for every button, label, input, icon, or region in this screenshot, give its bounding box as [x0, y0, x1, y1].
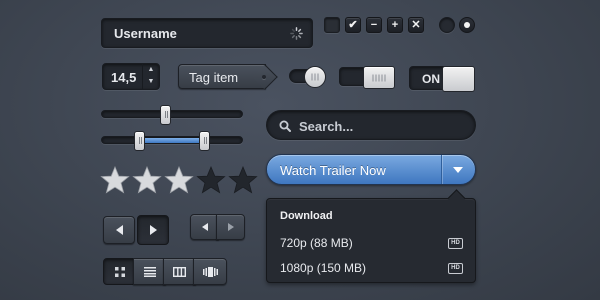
star-filled-icon[interactable]	[100, 166, 130, 194]
round-toggle[interactable]	[289, 66, 326, 88]
star-empty-icon[interactable]	[196, 166, 226, 194]
search-field[interactable]: Search...	[266, 110, 476, 140]
range-thumb-min[interactable]	[134, 131, 145, 151]
stepper-up-icon[interactable]: ▲	[143, 64, 159, 76]
minus-icon: −	[370, 18, 378, 31]
tag-hole-icon	[262, 75, 266, 79]
stepper-value: 14,5	[111, 70, 137, 85]
star-empty-icon[interactable]	[228, 166, 258, 194]
dropdown-header: Download	[280, 210, 333, 222]
plus-icon: +	[391, 18, 399, 31]
toggle-knob[interactable]	[363, 66, 395, 89]
tag-label: Tag item	[189, 70, 239, 85]
next-button-small[interactable]	[216, 214, 245, 240]
radio-unselected[interactable]	[439, 17, 455, 33]
view-switcher	[103, 258, 227, 285]
check-icon: ✔	[348, 18, 358, 31]
grid-view-button[interactable]	[103, 258, 136, 285]
slider-thumb[interactable]	[160, 105, 171, 125]
toggle-knob[interactable]	[304, 66, 326, 88]
coverflow-icon	[202, 266, 218, 277]
arrow-left-icon	[115, 225, 123, 235]
quantity-stepper[interactable]: 14,5 ▲ ▼	[102, 63, 160, 90]
cross-icon: ✕	[411, 18, 421, 31]
on-off-toggle[interactable]: ON	[409, 66, 475, 92]
cover-flow-button[interactable]	[193, 258, 227, 285]
hd-badge: HD	[448, 238, 463, 249]
arrow-right-icon	[227, 223, 234, 231]
star-filled-icon[interactable]	[164, 166, 194, 194]
rect-toggle[interactable]	[339, 66, 395, 89]
watch-trailer-label: Watch Trailer Now	[280, 163, 386, 178]
range-slider[interactable]	[101, 131, 243, 151]
hd-badge: HD	[448, 263, 463, 274]
checkbox-minus[interactable]: −	[366, 17, 382, 33]
tag-item[interactable]: Tag item	[178, 64, 278, 90]
range-thumb-max[interactable]	[199, 131, 210, 151]
single-slider[interactable]	[101, 105, 243, 125]
loading-spinner-icon	[290, 27, 303, 40]
username-field[interactable]: Username	[101, 18, 313, 48]
list-icon	[143, 266, 156, 277]
radio-selected[interactable]	[459, 17, 475, 33]
checkbox-empty[interactable]	[324, 17, 340, 33]
list-view-button[interactable]	[133, 258, 166, 285]
radio-dot-icon	[464, 22, 470, 28]
dropdown-item-720p[interactable]: 720p (88 MB)	[280, 236, 353, 250]
checkbox-plus[interactable]: +	[387, 17, 403, 33]
search-icon	[279, 120, 291, 132]
next-button[interactable]	[137, 215, 169, 245]
range-fill	[138, 138, 203, 143]
prev-button[interactable]	[103, 216, 135, 244]
column-view-button[interactable]	[163, 258, 196, 285]
star-filled-icon[interactable]	[132, 166, 162, 194]
checkbox-checked[interactable]: ✔	[345, 17, 361, 33]
username-value: Username	[114, 26, 177, 41]
watch-trailer-button[interactable]: Watch Trailer Now	[266, 154, 476, 185]
toggle-knob[interactable]	[442, 66, 475, 92]
grid-icon	[114, 266, 125, 277]
toggle-on-label: ON	[422, 72, 440, 86]
dropdown-item-1080p[interactable]: 1080p (150 MB)	[280, 261, 366, 275]
chevron-down-icon[interactable]	[453, 167, 463, 173]
stepper-down-icon[interactable]: ▼	[143, 76, 159, 88]
columns-icon	[173, 266, 186, 277]
checkbox-cross[interactable]: ✕	[408, 17, 424, 33]
arrow-left-icon	[201, 223, 208, 231]
prev-button-small[interactable]	[190, 214, 219, 240]
download-dropdown: Download 720p (88 MB) HD 1080p (150 MB) …	[266, 189, 476, 283]
arrow-right-icon	[149, 225, 157, 235]
search-placeholder: Search...	[299, 119, 354, 134]
